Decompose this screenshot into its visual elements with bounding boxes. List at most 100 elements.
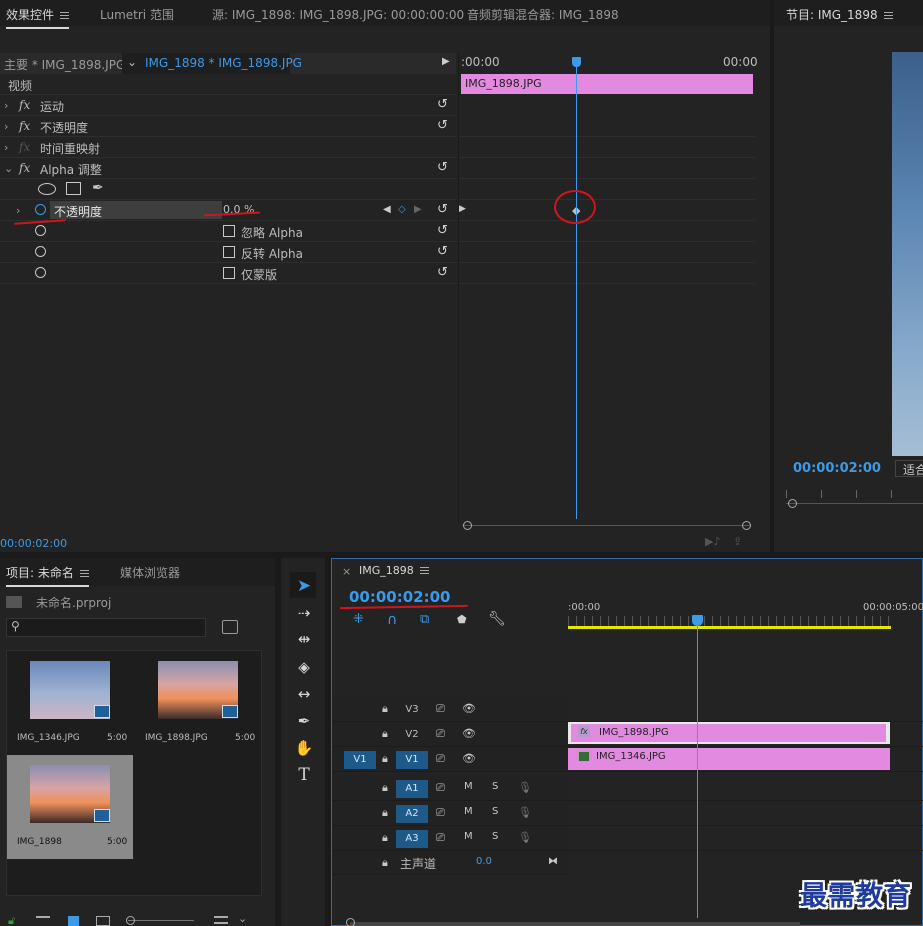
freeform-view-icon[interactable] xyxy=(96,916,110,926)
effect-row-motion[interactable]: › fx 运动 ↺ xyxy=(0,95,456,116)
snap-magnet-icon[interactable]: ∩ xyxy=(387,612,397,628)
tab-program[interactable]: 节目: IMG_1898 xyxy=(786,6,893,23)
zoom-slider[interactable] xyxy=(128,920,194,921)
playhead-icon[interactable] xyxy=(692,615,703,626)
solo-button[interactable]: S xyxy=(492,831,498,842)
razor-tool-icon[interactable]: ◈ xyxy=(293,658,315,676)
master-clip-label[interactable]: 主要 * IMG_1898.JPG xyxy=(4,56,125,73)
microphone-icon[interactable]: 🎙︎ xyxy=(518,806,532,819)
ellipse-mask-icon[interactable] xyxy=(38,183,56,195)
param-row-ignore-alpha[interactable]: 忽略 Alpha ↺ xyxy=(0,221,456,242)
slip-tool-icon[interactable]: ↔ xyxy=(293,685,315,703)
ripple-edit-tool-icon[interactable]: ⇹ xyxy=(293,630,315,648)
param-row-mask-only[interactable]: 仅蒙版 ↺ xyxy=(0,263,456,284)
type-tool-icon[interactable]: T xyxy=(293,765,315,785)
new-bin-icon[interactable] xyxy=(222,620,238,634)
chevron-down-icon[interactable]: ⌄ xyxy=(238,912,247,925)
eye-icon[interactable]: 👁︎ xyxy=(462,702,476,715)
wrench-settings-icon[interactable]: 🔧︎ xyxy=(488,611,506,627)
stopwatch-icon[interactable] xyxy=(35,204,46,215)
sync-lock-icon[interactable]: ⎚ xyxy=(436,752,445,766)
reset-icon[interactable]: ↺ xyxy=(437,160,448,175)
reset-icon[interactable]: ↺ xyxy=(437,223,448,238)
scroll-handle-left[interactable] xyxy=(463,521,472,530)
icon-view-icon[interactable] xyxy=(68,916,79,926)
audio-scrub-icon[interactable]: ▶♪ xyxy=(705,535,720,548)
close-tab-icon[interactable]: × xyxy=(342,565,351,578)
sync-lock-icon[interactable]: ⎚ xyxy=(436,806,445,820)
param-row-opacity[interactable]: › 不透明度 0.0 % ◀ ◇ ▶ ↺ xyxy=(0,200,456,221)
lock-icon[interactable]: 🔓︎ xyxy=(8,914,15,926)
chevron-right-icon[interactable]: › xyxy=(4,141,8,154)
fit-dropdown[interactable]: 适合 xyxy=(895,460,923,477)
sequence-clip-label[interactable]: IMG_1898 * IMG_1898.JPG xyxy=(145,56,302,70)
tab-audio-clip-mixer[interactable]: 音频剪辑混合器: IMG_1898 xyxy=(467,6,619,23)
solo-button[interactable]: S xyxy=(492,781,498,792)
scroll-handle-right[interactable] xyxy=(742,521,751,530)
effect-row-alpha-adjust[interactable]: ⌄ fx Alpha 调整 ↺ xyxy=(0,158,456,179)
tab-effect-controls[interactable]: 效果控件 xyxy=(6,6,70,29)
timeline-scrollbar[interactable] xyxy=(350,922,800,926)
sort-icon[interactable] xyxy=(214,916,228,924)
hand-tool-icon[interactable]: ✋ xyxy=(293,739,315,757)
reset-icon[interactable]: ↺ xyxy=(437,202,448,217)
solo-button[interactable]: S xyxy=(492,806,498,817)
panel-menu-icon[interactable] xyxy=(79,569,89,578)
microphone-icon[interactable]: 🎙︎ xyxy=(518,831,532,844)
track-select-tool-icon[interactable]: ⇢ xyxy=(293,604,315,622)
panel-menu-icon[interactable] xyxy=(883,11,893,20)
tab-lumetri-scopes[interactable]: Lumetri 范围 xyxy=(100,6,174,23)
fx-icon[interactable]: fx xyxy=(19,161,30,175)
reset-icon[interactable]: ↺ xyxy=(437,244,448,259)
microphone-icon[interactable]: 🎙︎ xyxy=(518,781,532,794)
fx-icon[interactable]: fx xyxy=(19,98,30,112)
sync-lock-icon[interactable]: ⎚ xyxy=(436,831,445,845)
effect-row-opacity[interactable]: › fx 不透明度 ↺ xyxy=(0,116,456,137)
mini-scrollbar[interactable] xyxy=(463,521,751,530)
track-label[interactable]: V3 xyxy=(396,701,428,719)
track-header-a1[interactable]: 🔒︎ A1 ⎚ M S 🎙︎ xyxy=(332,776,568,801)
lock-icon[interactable]: 🔒︎ xyxy=(382,702,388,716)
lock-icon[interactable]: 🔒︎ xyxy=(382,806,388,820)
eye-icon[interactable]: 👁︎ xyxy=(462,727,476,740)
lock-icon[interactable]: 🔒︎ xyxy=(382,831,388,845)
chevron-right-icon[interactable]: › xyxy=(4,120,8,133)
mask-only-checkbox[interactable] xyxy=(223,267,235,279)
tab-source[interactable]: 源: IMG_1898: IMG_1898.JPG: 00:00:00:00 xyxy=(212,6,464,23)
invert-alpha-checkbox[interactable] xyxy=(223,246,235,258)
stopwatch-icon[interactable] xyxy=(35,267,46,278)
stopwatch-icon[interactable] xyxy=(35,246,46,257)
scroll-handle-left[interactable] xyxy=(346,918,355,926)
reset-icon[interactable]: ↺ xyxy=(437,97,448,112)
ignore-alpha-checkbox[interactable] xyxy=(223,225,235,237)
chevron-right-icon[interactable]: › xyxy=(16,204,20,217)
chevron-down-icon[interactable]: ⌄ xyxy=(4,162,13,175)
mute-button[interactable]: M xyxy=(464,781,473,792)
clip-v2[interactable]: IMG_1898.JPG xyxy=(571,724,886,742)
mute-button[interactable]: M xyxy=(464,806,473,817)
track-header-master[interactable]: 🔒︎ 主声道 0.0 ⧓ xyxy=(332,851,568,875)
track-header-a2[interactable]: 🔒︎ A2 ⎚ M S 🎙︎ xyxy=(332,801,568,826)
track-header-a3[interactable]: 🔒︎ A3 ⎚ M S 🎙︎ xyxy=(332,826,568,851)
sequence-tab[interactable]: IMG_1898 xyxy=(359,564,429,577)
lock-icon[interactable]: 🔒︎ xyxy=(382,752,388,766)
track-label[interactable]: V1 xyxy=(396,751,428,769)
sync-lock-icon[interactable]: ⎚ xyxy=(436,781,445,795)
track-header-v2[interactable]: 🔒︎ V2 ⎚ 👁︎ xyxy=(332,722,568,747)
rectangle-mask-icon[interactable] xyxy=(66,182,81,195)
track-label[interactable]: A3 xyxy=(396,830,428,848)
mini-clip[interactable]: IMG_1898.JPG xyxy=(461,74,753,94)
nest-sequence-icon[interactable]: ⁜ xyxy=(353,612,364,627)
track-label[interactable]: A1 xyxy=(396,780,428,798)
track-header-v1[interactable]: V1 🔒︎ V1 ⎚ 👁︎ xyxy=(332,747,568,772)
tab-media-browser[interactable]: 媒体浏览器 xyxy=(120,564,180,581)
effect-row-time-remap[interactable]: › fx 时间重映射 xyxy=(0,137,456,158)
param-row-invert-alpha[interactable]: 反转 Alpha ↺ xyxy=(0,242,456,263)
prev-keyframe-icon[interactable]: ◀ xyxy=(383,204,391,215)
timeline-timecode[interactable]: 00:00:02:00 xyxy=(349,588,451,606)
chevron-right-icon[interactable]: › xyxy=(4,99,8,112)
export-frame-icon[interactable]: ⇪ xyxy=(733,535,742,548)
tab-project[interactable]: 项目: 未命名 xyxy=(6,564,89,587)
sync-lock-icon[interactable]: ⎚ xyxy=(436,727,445,741)
zoom-slider-handle[interactable] xyxy=(126,916,135,925)
